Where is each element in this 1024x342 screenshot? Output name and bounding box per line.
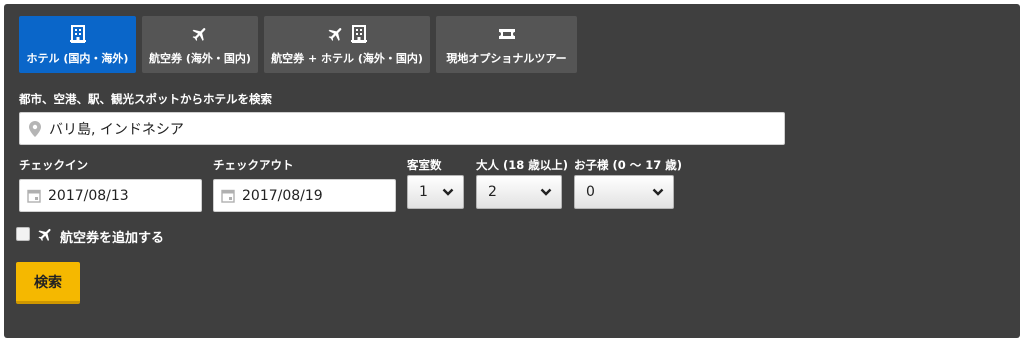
add-flight-checkbox[interactable] [16, 227, 30, 241]
adults-value: 2 [488, 184, 497, 200]
tab-hotel[interactable]: ホテル (国内・海外) [19, 16, 136, 73]
chevron-down-icon [540, 188, 552, 196]
hotel-icon [69, 25, 86, 43]
tab-local-tours[interactable]: 現地オプショナルツアー [436, 16, 577, 73]
search-button[interactable]: 検索 [16, 262, 80, 304]
plane-icon [192, 28, 206, 41]
plane-icon [328, 28, 342, 41]
destination-value: バリ島, インドネシア [49, 121, 184, 138]
tab-label: 航空券 + ホテル (海外・国内) [271, 52, 423, 65]
chevron-down-icon [442, 188, 454, 196]
children-label: お子様 (0 ～ 17 歳) [574, 158, 683, 172]
checkin-value: 2017/08/13 [48, 187, 129, 204]
map-pin-icon [29, 120, 41, 137]
adults-select[interactable]: 2 [476, 175, 562, 209]
checkout-date-input[interactable]: 2017/08/19 [213, 179, 396, 212]
rooms-value: 1 [419, 184, 428, 200]
chevron-down-icon [652, 188, 664, 196]
tab-flights[interactable]: 航空券 (海外・国内) [142, 16, 258, 73]
checkin-label: チェックイン [19, 158, 88, 172]
checkout-value: 2017/08/19 [242, 187, 323, 204]
tab-label: ホテル (国内・海外) [26, 52, 129, 65]
calendar-icon [221, 189, 235, 203]
calendar-icon [27, 189, 41, 203]
destination-input[interactable]: バリ島, インドネシア [19, 112, 785, 145]
children-select[interactable]: 0 [574, 175, 674, 209]
children-value: 0 [586, 184, 595, 200]
ticket-icon [498, 29, 515, 39]
add-flight-label[interactable]: 航空券を追加する [60, 227, 164, 246]
hotel-icon [351, 25, 367, 43]
adults-label: 大人 (18 歳以上) [476, 158, 569, 172]
checkout-label: チェックアウト [213, 158, 294, 172]
checkin-date-input[interactable]: 2017/08/13 [19, 179, 202, 212]
tab-label: 航空券 (海外・国内) [149, 52, 251, 65]
rooms-select[interactable]: 1 [407, 175, 464, 209]
tab-label: 現地オプショナルツアー [446, 52, 567, 65]
tab-flight-hotel[interactable]: 航空券 + ホテル (海外・国内) [264, 16, 430, 73]
plane-icon [38, 228, 51, 242]
rooms-label: 客室数 [407, 158, 442, 172]
destination-label: 都市、空港、駅、観光スポットからホテルを検索 [19, 92, 272, 106]
